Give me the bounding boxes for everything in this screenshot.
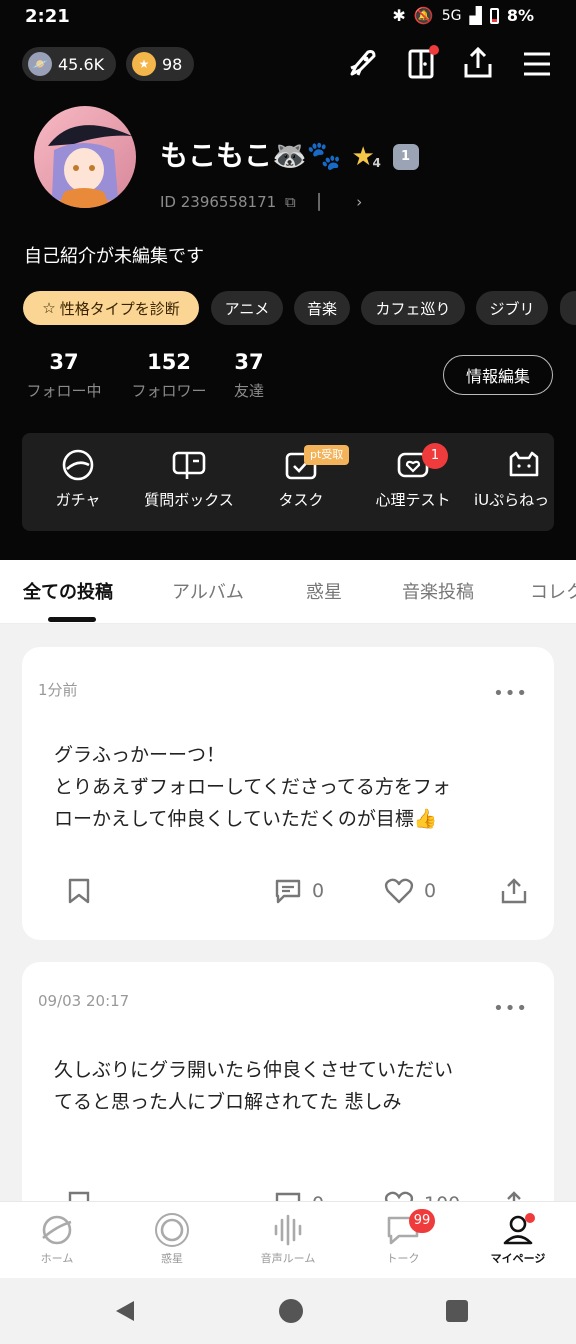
bookmark-icon xyxy=(68,878,90,904)
back-icon[interactable] xyxy=(112,1298,138,1324)
profile-name: もこもこ🦝🐾 ★ 4 1 xyxy=(160,134,419,174)
chevron-right-icon[interactable]: › xyxy=(356,193,362,211)
tag-music[interactable]: 音楽 xyxy=(294,291,350,325)
nav-home[interactable]: ホーム xyxy=(7,1212,107,1266)
comment-button[interactable]: 0 xyxy=(274,877,324,905)
psych-test-badge: 1 xyxy=(422,443,448,469)
recents-icon[interactable] xyxy=(445,1299,469,1323)
post-body: グラふっかーーつ！ とりあえずフォローしてくださってる方をフォ ローかえして仲良… xyxy=(54,744,451,830)
status-bar: 2:21 ✱ 🔕 5G ▟ 8% xyxy=(0,0,576,34)
coins-pill[interactable]: ★ 98 xyxy=(126,47,195,81)
question-box-icon xyxy=(172,451,206,479)
nav-talk[interactable]: トーク xyxy=(353,1212,453,1266)
bookmark-button[interactable] xyxy=(66,877,92,905)
bottom-nav: ホーム 惑星 音声ルーム トーク 99 マイページ xyxy=(0,1201,576,1278)
star-points-pill[interactable]: 🪐 45.6K xyxy=(22,47,117,81)
person-icon xyxy=(503,1213,535,1245)
feature-gacha[interactable]: ガチャ xyxy=(44,447,112,510)
star-points-value: 45.6K xyxy=(58,54,105,74)
personality-diagnosis-tag[interactable]: ☆ 性格タイプを診断 xyxy=(23,291,199,325)
post-time: 1分前 xyxy=(38,681,78,699)
post-card[interactable]: 1分前 ••• グラふっかーーつ！ とりあえずフォローしてくださってる方をフォ … xyxy=(22,647,554,940)
planet-home-icon xyxy=(42,1215,72,1245)
stat-following[interactable]: 37 フォロー中 xyxy=(22,350,106,401)
battery-icon xyxy=(489,7,499,24)
copy-icon[interactable]: ⧉ xyxy=(285,193,296,211)
user-id-row: ID 2396558171 ⧉ │ › xyxy=(160,193,363,211)
nav-voice-room[interactable]: 音声ルーム xyxy=(238,1212,338,1266)
tab-album[interactable]: アルバム xyxy=(172,578,244,604)
task-reward-badge: pt受取 xyxy=(304,445,350,465)
tab-planet[interactable]: 惑星 xyxy=(306,578,342,604)
active-tab-indicator xyxy=(48,617,96,622)
door-icon[interactable] xyxy=(402,44,442,84)
tab-music-posts[interactable]: 音楽投稿 xyxy=(402,578,474,604)
share-icon xyxy=(501,878,527,904)
more-options-icon[interactable]: ••• xyxy=(493,998,528,1019)
system-nav-bar xyxy=(0,1278,576,1344)
nav-my-page[interactable]: マイページ xyxy=(468,1212,568,1266)
network-label: 5G xyxy=(441,7,462,24)
feature-bar: ガチャ 質問ボックス タスク pt受取 心理テスト 1 iUぷらねっ xyxy=(22,433,554,531)
post-body: 久しぶりにグラ開いたら仲良くさせていただい てると思った人にブロ解されてた 悲し… xyxy=(54,1059,454,1113)
coins-value: 98 xyxy=(162,54,183,74)
voice-wave-icon xyxy=(274,1214,302,1246)
tab-all-posts[interactable]: 全ての投稿 xyxy=(23,578,113,604)
like-button[interactable]: 0 xyxy=(384,877,436,905)
more-options-icon[interactable]: ••• xyxy=(493,683,528,704)
menu-icon[interactable] xyxy=(518,44,558,84)
post-time: 09/03 20:17 xyxy=(38,992,130,1010)
status-icons: ✱ 🔕 5G ▟ 8% xyxy=(392,6,534,25)
rocket-icon[interactable] xyxy=(342,44,382,84)
signal-icon: ▟ xyxy=(469,6,482,25)
avatar[interactable] xyxy=(34,106,136,208)
status-time: 2:21 xyxy=(25,6,70,27)
planet-coin-icon: 🪐 xyxy=(28,52,52,76)
planet-ring-icon xyxy=(155,1213,189,1247)
share-icon[interactable] xyxy=(458,44,498,84)
talk-badge: 99 xyxy=(409,1209,435,1233)
stat-followers[interactable]: 152 フォロワー xyxy=(126,350,212,401)
rank-badge-icon: 1 xyxy=(392,144,419,170)
tag-anime[interactable]: アニメ xyxy=(211,291,283,325)
bio-text: 自己紹介が未編集です xyxy=(24,246,204,267)
divider: │ xyxy=(314,193,324,211)
mute-icon: 🔕 xyxy=(413,6,434,25)
gacha-icon xyxy=(62,449,94,481)
star-outline-icon: ☆ xyxy=(42,299,56,317)
tab-collection[interactable]: コレク xyxy=(530,578,576,604)
home-icon[interactable] xyxy=(278,1298,304,1324)
nav-planet[interactable]: 惑星 xyxy=(122,1212,222,1266)
battery-level: 8% xyxy=(506,6,534,25)
edit-profile-button[interactable]: 情報編集 xyxy=(443,355,553,395)
level-star-icon: ★ 4 xyxy=(351,142,381,172)
stat-friends[interactable]: 37 友達 xyxy=(226,350,272,401)
share-post-button[interactable] xyxy=(500,877,528,905)
feature-iu-planet[interactable]: iUぷらねっ xyxy=(474,447,554,510)
heart-icon xyxy=(384,878,414,904)
comment-icon xyxy=(275,879,301,904)
bluetooth-icon: ✱ xyxy=(392,6,406,25)
cat-icon xyxy=(509,451,539,477)
tag-ghibli[interactable]: ジブリ xyxy=(476,291,548,325)
star-coin-icon: ★ xyxy=(132,52,156,76)
feature-question-box[interactable]: 質問ボックス xyxy=(136,447,242,510)
tag-cafe[interactable]: カフェ巡り xyxy=(361,291,465,325)
